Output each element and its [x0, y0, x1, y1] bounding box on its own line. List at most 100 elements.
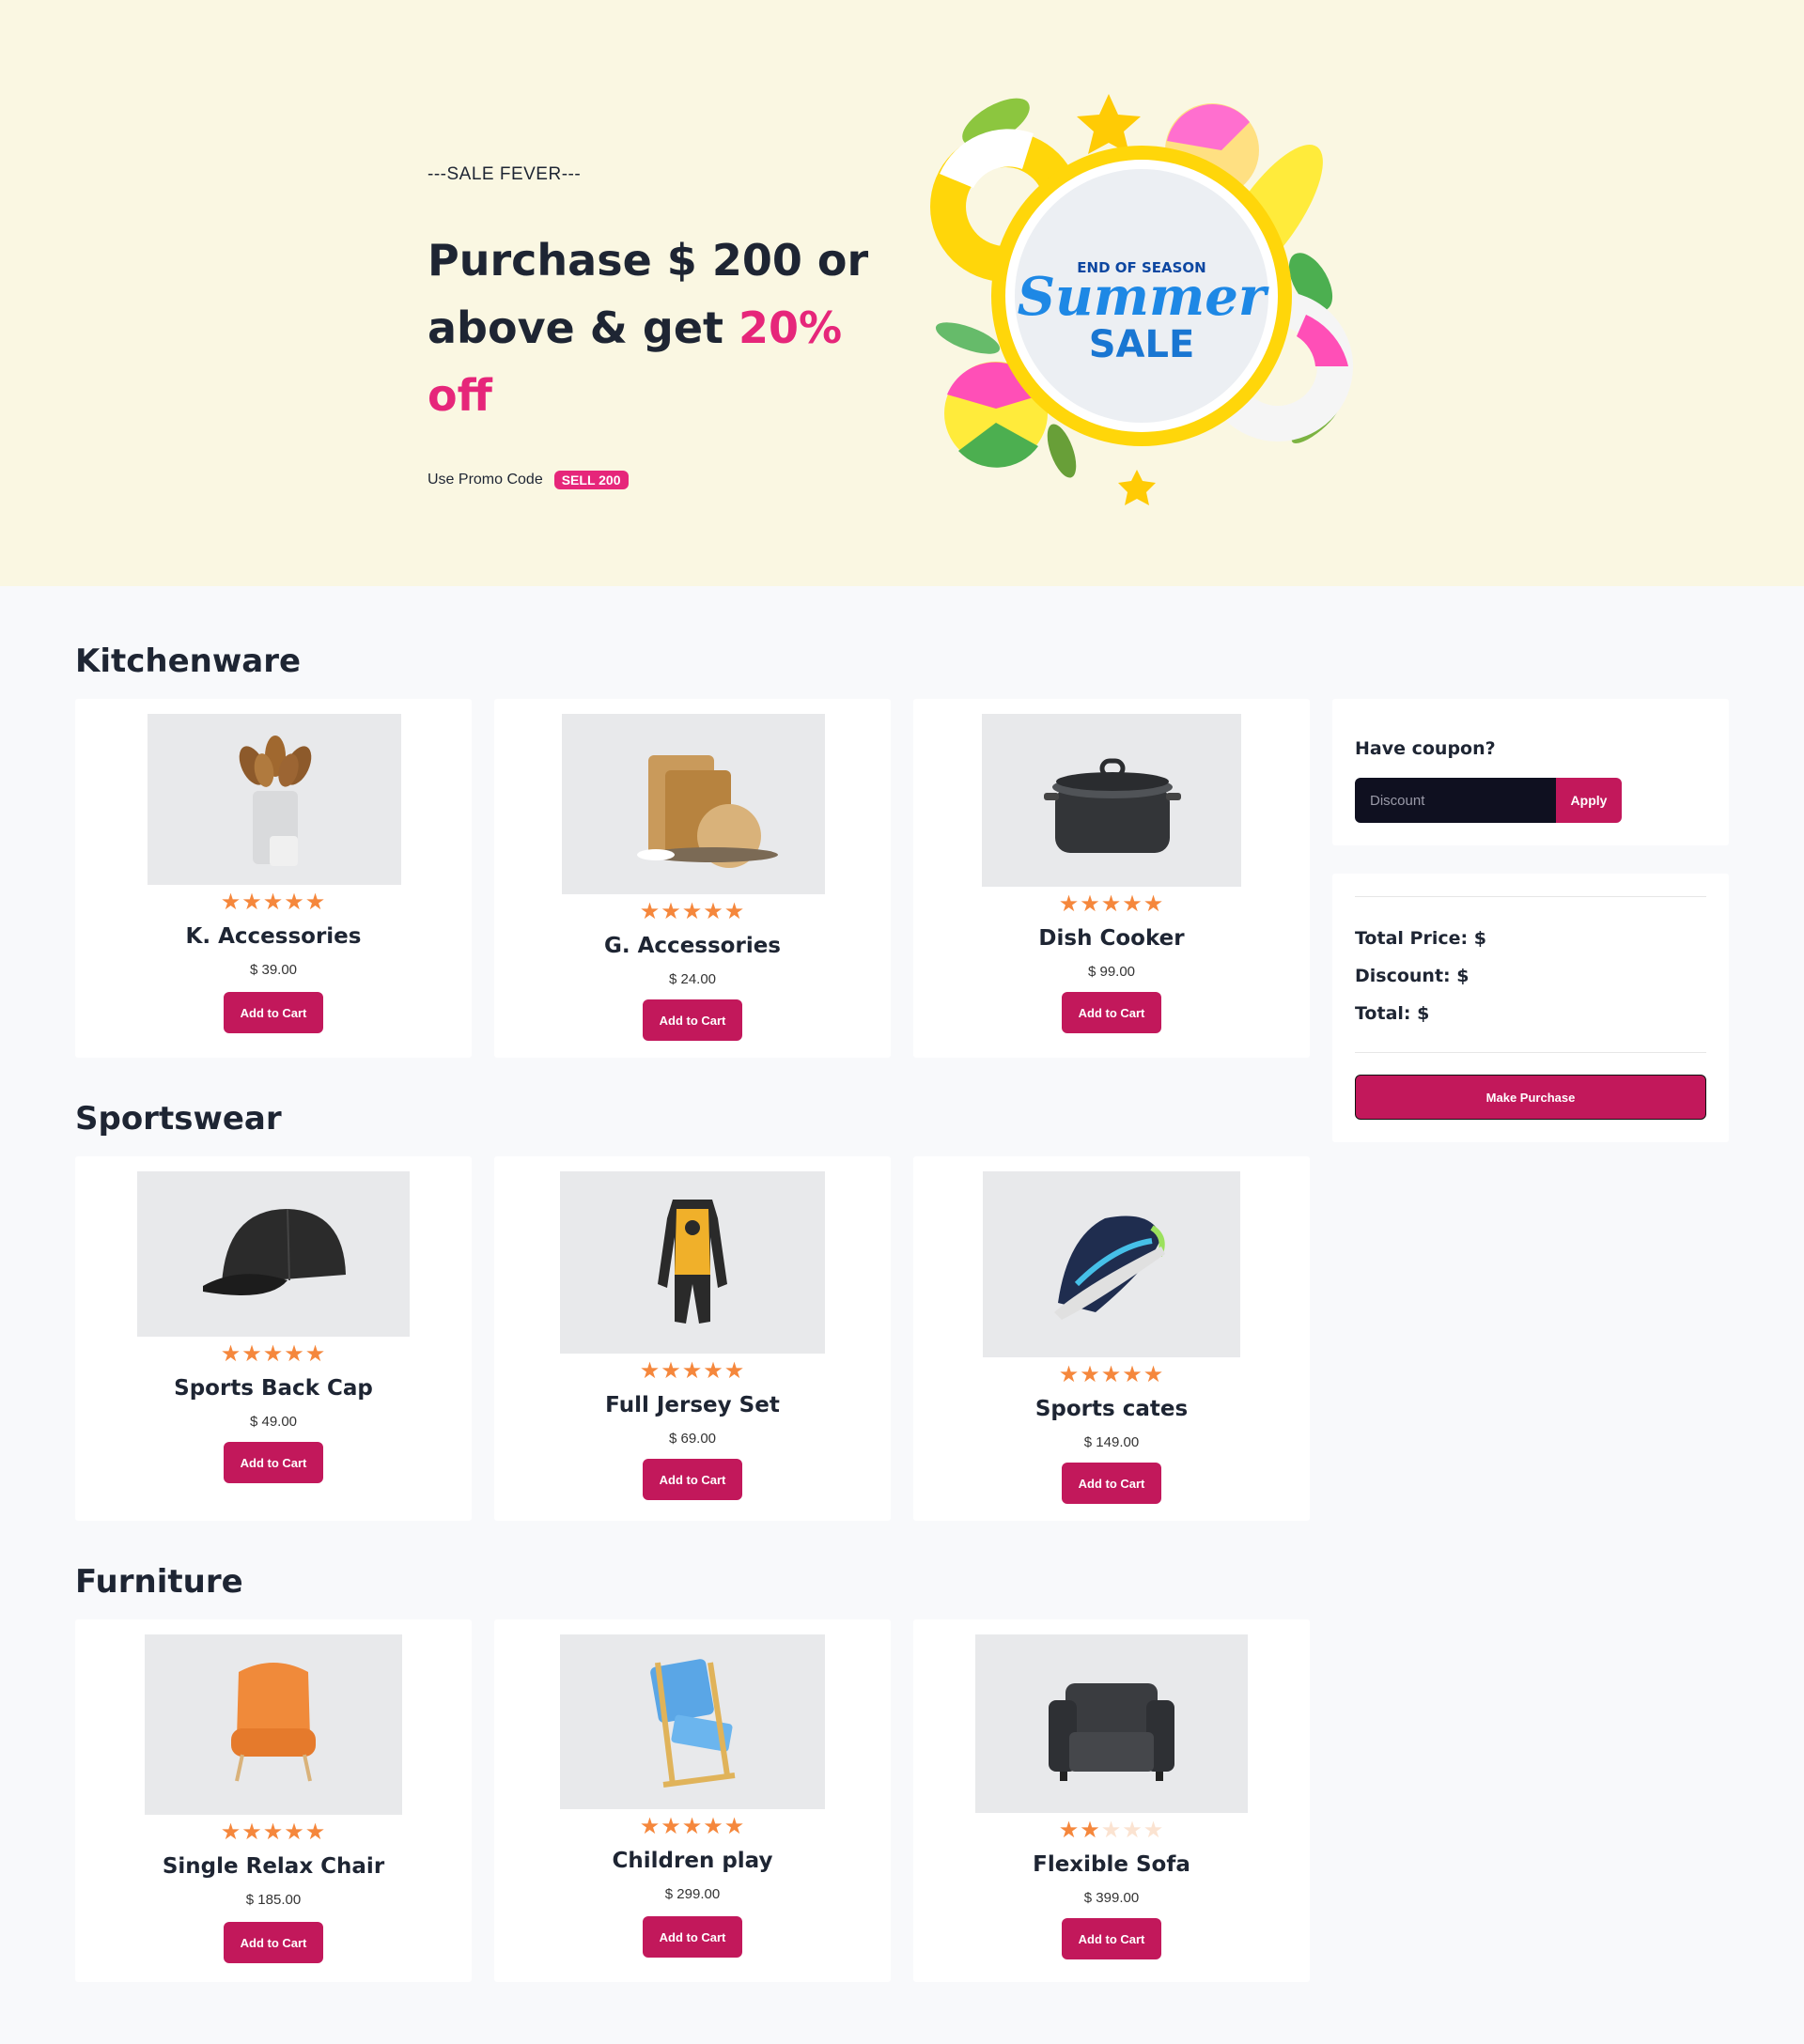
- headline-line1: Purchase $ 200 or: [428, 235, 869, 286]
- make-purchase-button[interactable]: Make Purchase: [1355, 1075, 1706, 1120]
- order-summary-card: Total Price: $ Discount: $ Total: $ Make…: [1332, 874, 1729, 1142]
- product-name: K. Accessories: [185, 924, 362, 949]
- product-name: Full Jersey Set: [605, 1393, 780, 1417]
- star-icon: ★: [241, 1819, 263, 1845]
- star-icon: ★: [723, 1814, 746, 1839]
- product-name: Single Relax Chair: [162, 1854, 385, 1879]
- discount-input[interactable]: [1355, 778, 1556, 823]
- star-icon: ★: [220, 1819, 242, 1845]
- star-icon: ★: [262, 1341, 285, 1367]
- star-icon: ★: [1100, 1818, 1123, 1843]
- rating-stars: ★★★★★: [494, 1357, 891, 1385]
- product-price: $ 69.00: [668, 1431, 717, 1447]
- star-icon: ★: [661, 1814, 682, 1839]
- product-price: $ 24.00: [668, 971, 717, 987]
- add-to-cart-button[interactable]: Add to Cart: [1062, 992, 1161, 1033]
- product-card: ★★★★★ Full Jersey Set $ 69.00 Add to Car…: [494, 1156, 891, 1521]
- add-to-cart-button[interactable]: Add to Cart: [643, 999, 742, 1041]
- sneaker-image: [983, 1171, 1240, 1357]
- product-name: Sports Back Cap: [174, 1376, 373, 1401]
- star-icon: ★: [1122, 1362, 1143, 1387]
- folding-chair-image: [560, 1634, 825, 1809]
- cutting-boards-image: [562, 714, 825, 894]
- product-price: $ 149.00: [1083, 1434, 1140, 1450]
- section-title-furniture: Furniture: [75, 1563, 243, 1601]
- hero-eyebrow: ---SALE FEVER---: [428, 164, 582, 184]
- star-icon: ★: [639, 899, 661, 924]
- hero-text: ---SALE FEVER--- Purchase $ 200 or above…: [428, 164, 916, 489]
- rating-stars: ★★★★★: [913, 1817, 1310, 1844]
- star-icon: ★: [1058, 1818, 1081, 1843]
- total-line: Total: $: [1355, 1003, 1430, 1024]
- add-to-cart-button[interactable]: Add to Cart: [224, 1442, 323, 1483]
- headline-line2: above & get: [428, 302, 739, 353]
- product-name: Children play: [612, 1849, 773, 1873]
- promo-code-badge: SELL 200: [553, 471, 629, 489]
- star-icon: ★: [681, 1814, 704, 1839]
- star-icon: ★: [1080, 891, 1101, 917]
- rating-stars: ★★★★★: [75, 1819, 472, 1846]
- product-card: ★★★★★ Single Relax Chair $ 185.00 Add to…: [75, 1619, 472, 1982]
- star-icon: ★: [681, 1358, 704, 1384]
- product-card: ★★★★★ Sports Back Cap $ 49.00 Add to Car…: [75, 1156, 472, 1521]
- star-icon: ★: [304, 890, 327, 915]
- star-icon: ★: [639, 1358, 661, 1384]
- product-card: ★★★★★ G. Accessories $ 24.00 Add to Cart: [494, 699, 891, 1058]
- product-price: $ 299.00: [664, 1886, 721, 1902]
- sale-art-bottom: SALE: [1089, 323, 1195, 366]
- star-icon: ★: [262, 890, 285, 915]
- star-icon: ★: [1080, 1362, 1101, 1387]
- star-icon: ★: [1143, 1818, 1165, 1843]
- add-to-cart-button[interactable]: Add to Cart: [224, 992, 323, 1033]
- star-icon: ★: [304, 1341, 327, 1367]
- star-icon: ★: [661, 899, 682, 924]
- star-icon: ★: [1100, 891, 1123, 917]
- star-icon: ★: [220, 1341, 242, 1367]
- star-icon: ★: [220, 890, 242, 915]
- product-price: $ 99.00: [1087, 964, 1136, 980]
- product-card: ★★★★★ Flexible Sofa $ 399.00 Add to Cart: [913, 1619, 1310, 1982]
- star-icon: ★: [284, 1341, 305, 1367]
- star-icon: ★: [723, 1358, 746, 1384]
- product-price: $ 399.00: [1083, 1890, 1140, 1906]
- product-name: Dish Cooker: [1038, 926, 1185, 951]
- star-icon: ★: [304, 1819, 327, 1845]
- rating-stars: ★★★★★: [75, 1340, 472, 1368]
- star-icon: ★: [1058, 1362, 1081, 1387]
- product-card: ★★★★★ Children play $ 299.00 Add to Cart: [494, 1619, 891, 1982]
- product-name: Sports cates: [1034, 1397, 1189, 1421]
- product-card: ★★★★★ K. Accessories $ 39.00 Add to Cart: [75, 699, 472, 1058]
- add-to-cart-button[interactable]: Add to Cart: [1062, 1918, 1161, 1959]
- summer-sale-illustration: END OF SEASON Summer SALE: [930, 94, 1353, 505]
- star-icon: ★: [723, 899, 746, 924]
- hero-headline: Purchase $ 200 or above & get 20% off: [428, 226, 916, 429]
- product-card: ★★★★★ Sports cates $ 149.00 Add to Cart: [913, 1156, 1310, 1521]
- coupon-title: Have coupon?: [1355, 738, 1496, 759]
- product-name: Flexible Sofa: [1033, 1852, 1190, 1877]
- promo-row: Use Promo Code SELL 200: [428, 471, 916, 489]
- star-icon: ★: [639, 1814, 661, 1839]
- coupon-card: Have coupon? Apply: [1332, 699, 1729, 845]
- star-icon: ★: [1143, 1362, 1165, 1387]
- star-icon: ★: [703, 1358, 724, 1384]
- jersey-image: [560, 1171, 825, 1354]
- product-price: $ 39.00: [249, 962, 298, 978]
- add-to-cart-button[interactable]: Add to Cart: [1062, 1463, 1161, 1504]
- armchair-image: [145, 1634, 402, 1815]
- add-to-cart-button[interactable]: Add to Cart: [224, 1922, 323, 1963]
- star-icon: ★: [241, 890, 263, 915]
- star-icon: ★: [703, 1814, 724, 1839]
- add-to-cart-button[interactable]: Add to Cart: [643, 1459, 742, 1500]
- discount-line: Discount: $: [1355, 966, 1470, 986]
- product-card: ★★★★★ Dish Cooker $ 99.00 Add to Cart: [913, 699, 1310, 1058]
- star-icon: ★: [1100, 1362, 1123, 1387]
- rating-stars: ★★★★★: [913, 890, 1310, 918]
- rating-stars: ★★★★★: [913, 1361, 1310, 1388]
- total-price-line: Total Price: $: [1355, 928, 1486, 949]
- section-title-kitchenware: Kitchenware: [75, 643, 302, 680]
- coupon-form: Apply: [1355, 778, 1622, 823]
- apply-coupon-button[interactable]: Apply: [1556, 778, 1622, 823]
- hero-banner: ---SALE FEVER--- Purchase $ 200 or above…: [0, 0, 1804, 586]
- star-icon: ★: [241, 1341, 263, 1367]
- add-to-cart-button[interactable]: Add to Cart: [643, 1916, 742, 1958]
